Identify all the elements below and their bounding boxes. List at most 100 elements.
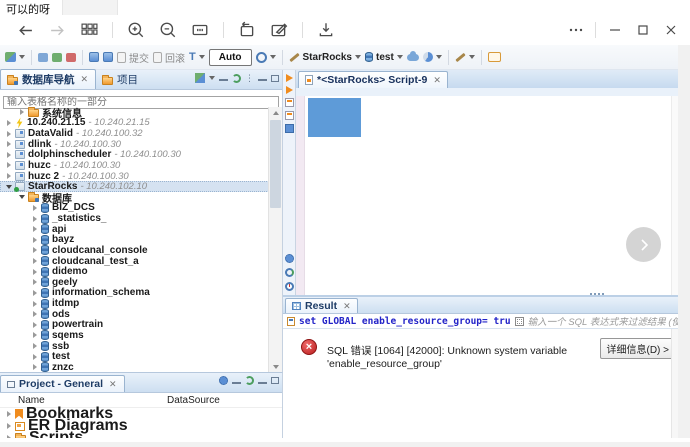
tree-item[interactable]: dolphinscheduler - 10.240.100.30: [0, 150, 269, 161]
close-icon[interactable]: ✕: [81, 74, 89, 85]
navigator-scrollbar[interactable]: [268, 107, 282, 372]
tree-item[interactable]: 数据库: [0, 192, 269, 203]
chevron-down-icon[interactable]: [209, 76, 215, 80]
refresh-icon[interactable]: [232, 74, 241, 83]
save-icon[interactable]: [315, 19, 337, 41]
tree-item[interactable]: cloudcanal_test_a: [0, 256, 269, 267]
expander-icon[interactable]: [5, 131, 12, 137]
back-button[interactable]: [14, 19, 36, 41]
tab-script-9[interactable]: *<StarRocks> Script-9 ✕: [298, 71, 448, 88]
result-scrollbar[interactable]: [671, 329, 678, 440]
tree-item[interactable]: dlink - 10.240.100.30: [0, 139, 269, 150]
cloud-icon[interactable]: [407, 54, 419, 61]
tree-item[interactable]: api: [0, 224, 269, 235]
collapse-icon[interactable]: [232, 382, 241, 384]
expand-filter-icon[interactable]: [515, 317, 524, 326]
actual-size-icon[interactable]: [189, 19, 211, 41]
explain-plan-button[interactable]: [285, 111, 294, 120]
tree-item[interactable]: ssb: [0, 341, 269, 352]
connect-icon[interactable]: [38, 53, 48, 62]
refresh-icon[interactable]: [245, 376, 254, 385]
commit-button[interactable]: 提交: [117, 50, 149, 65]
expander-icon[interactable]: [31, 332, 38, 338]
column-datasource[interactable]: DataSource: [167, 395, 220, 406]
rotate-icon[interactable]: [236, 19, 258, 41]
new-connection-button[interactable]: [5, 52, 25, 62]
tree-item[interactable]: didemo: [0, 266, 269, 277]
expander-icon[interactable]: [31, 290, 38, 296]
transaction-mode-button[interactable]: T: [189, 52, 205, 63]
minimize-panel-icon[interactable]: [258, 382, 267, 384]
clock-icon[interactable]: [285, 282, 294, 291]
tree-item[interactable]: huzc - 10.240.100.30: [0, 160, 269, 171]
expander-icon[interactable]: [31, 364, 38, 370]
expander-icon[interactable]: [5, 423, 12, 429]
tree-item[interactable]: BIZ_DCS: [0, 203, 269, 214]
tree-item[interactable]: znzc: [0, 362, 269, 372]
settings-icon[interactable]: [219, 376, 228, 385]
zoom-out-icon[interactable]: [157, 19, 179, 41]
connection-selector[interactable]: StarRocks: [289, 52, 361, 63]
editor-scrollbar[interactable]: [671, 96, 678, 295]
expander-icon[interactable]: [5, 411, 12, 417]
autocommit-select[interactable]: Auto: [209, 49, 252, 66]
expander-icon[interactable]: [18, 195, 25, 199]
tree-item[interactable]: 10.240.21.15 - 10.240.21.15: [0, 118, 269, 129]
expander-icon[interactable]: [31, 301, 38, 307]
scroll-down-icon[interactable]: [269, 361, 282, 372]
expander-icon[interactable]: [5, 173, 12, 179]
view-menu-icon[interactable]: ⋮: [245, 73, 254, 83]
scrollbar-thumb[interactable]: [270, 120, 281, 208]
expander-icon[interactable]: [31, 216, 38, 222]
analyze-button[interactable]: [285, 124, 294, 133]
rollback-button[interactable]: 回滚: [153, 50, 185, 65]
transaction-icon[interactable]: [89, 52, 99, 62]
tree-item[interactable]: 系统信息: [0, 107, 269, 118]
maximize-panel-icon[interactable]: [271, 377, 279, 384]
tree-item[interactable]: DataValid - 10.240.100.32: [0, 128, 269, 139]
tree-item[interactable]: ods: [0, 309, 269, 320]
expander-icon[interactable]: [31, 343, 38, 349]
format-button[interactable]: [455, 55, 475, 59]
close-icon[interactable]: ✕: [109, 379, 117, 390]
expander-icon[interactable]: [31, 354, 38, 360]
minimize-button[interactable]: [604, 19, 626, 41]
tab-projects[interactable]: 项目: [96, 70, 145, 89]
all-photos-icon[interactable]: [78, 19, 100, 41]
tree-item[interactable]: _statistics_: [0, 213, 269, 224]
maximize-button[interactable]: [632, 19, 654, 41]
expander-icon[interactable]: [5, 162, 12, 168]
maximize-panel-icon[interactable]: [271, 75, 279, 82]
expander-icon[interactable]: [5, 141, 12, 147]
tree-item[interactable]: sqems: [0, 330, 269, 341]
edit-icon[interactable]: [268, 19, 290, 41]
expander-icon[interactable]: [31, 205, 38, 211]
tree-item[interactable]: bayz: [0, 235, 269, 246]
splitter-handle[interactable]: [588, 291, 606, 296]
refresh-icon[interactable]: [285, 268, 294, 277]
execute-script-button[interactable]: [285, 98, 294, 107]
comment-bubble-icon[interactable]: [488, 52, 501, 62]
execute-statement-button[interactable]: [286, 74, 293, 82]
expander-icon[interactable]: [31, 258, 38, 264]
database-selector[interactable]: test: [365, 52, 403, 63]
reconnect-icon[interactable]: [52, 53, 62, 62]
expander-icon[interactable]: [5, 185, 12, 189]
tree-item[interactable]: test: [0, 351, 269, 362]
expander-icon[interactable]: [18, 109, 25, 115]
scroll-up-icon[interactable]: [269, 107, 282, 118]
expander-icon[interactable]: [31, 237, 38, 243]
details-button[interactable]: 详细信息(D) >: [600, 338, 677, 359]
tree-item[interactable]: cloudcanal_console: [0, 245, 269, 256]
tab-database-navigator[interactable]: 数据库导航 ✕: [0, 69, 96, 89]
minimize-panel-icon[interactable]: [258, 79, 267, 81]
expander-icon[interactable]: [5, 120, 12, 126]
expander-icon[interactable]: [31, 279, 38, 285]
close-button[interactable]: [660, 19, 682, 41]
tree-item[interactable]: StarRocks - 10.240.102.10: [0, 181, 269, 192]
zoom-in-icon[interactable]: [125, 19, 147, 41]
link-editor-icon[interactable]: [195, 73, 205, 83]
collapse-all-icon[interactable]: [219, 79, 228, 81]
execute-new-tab-button[interactable]: [286, 86, 293, 94]
next-image-button[interactable]: [626, 227, 661, 262]
